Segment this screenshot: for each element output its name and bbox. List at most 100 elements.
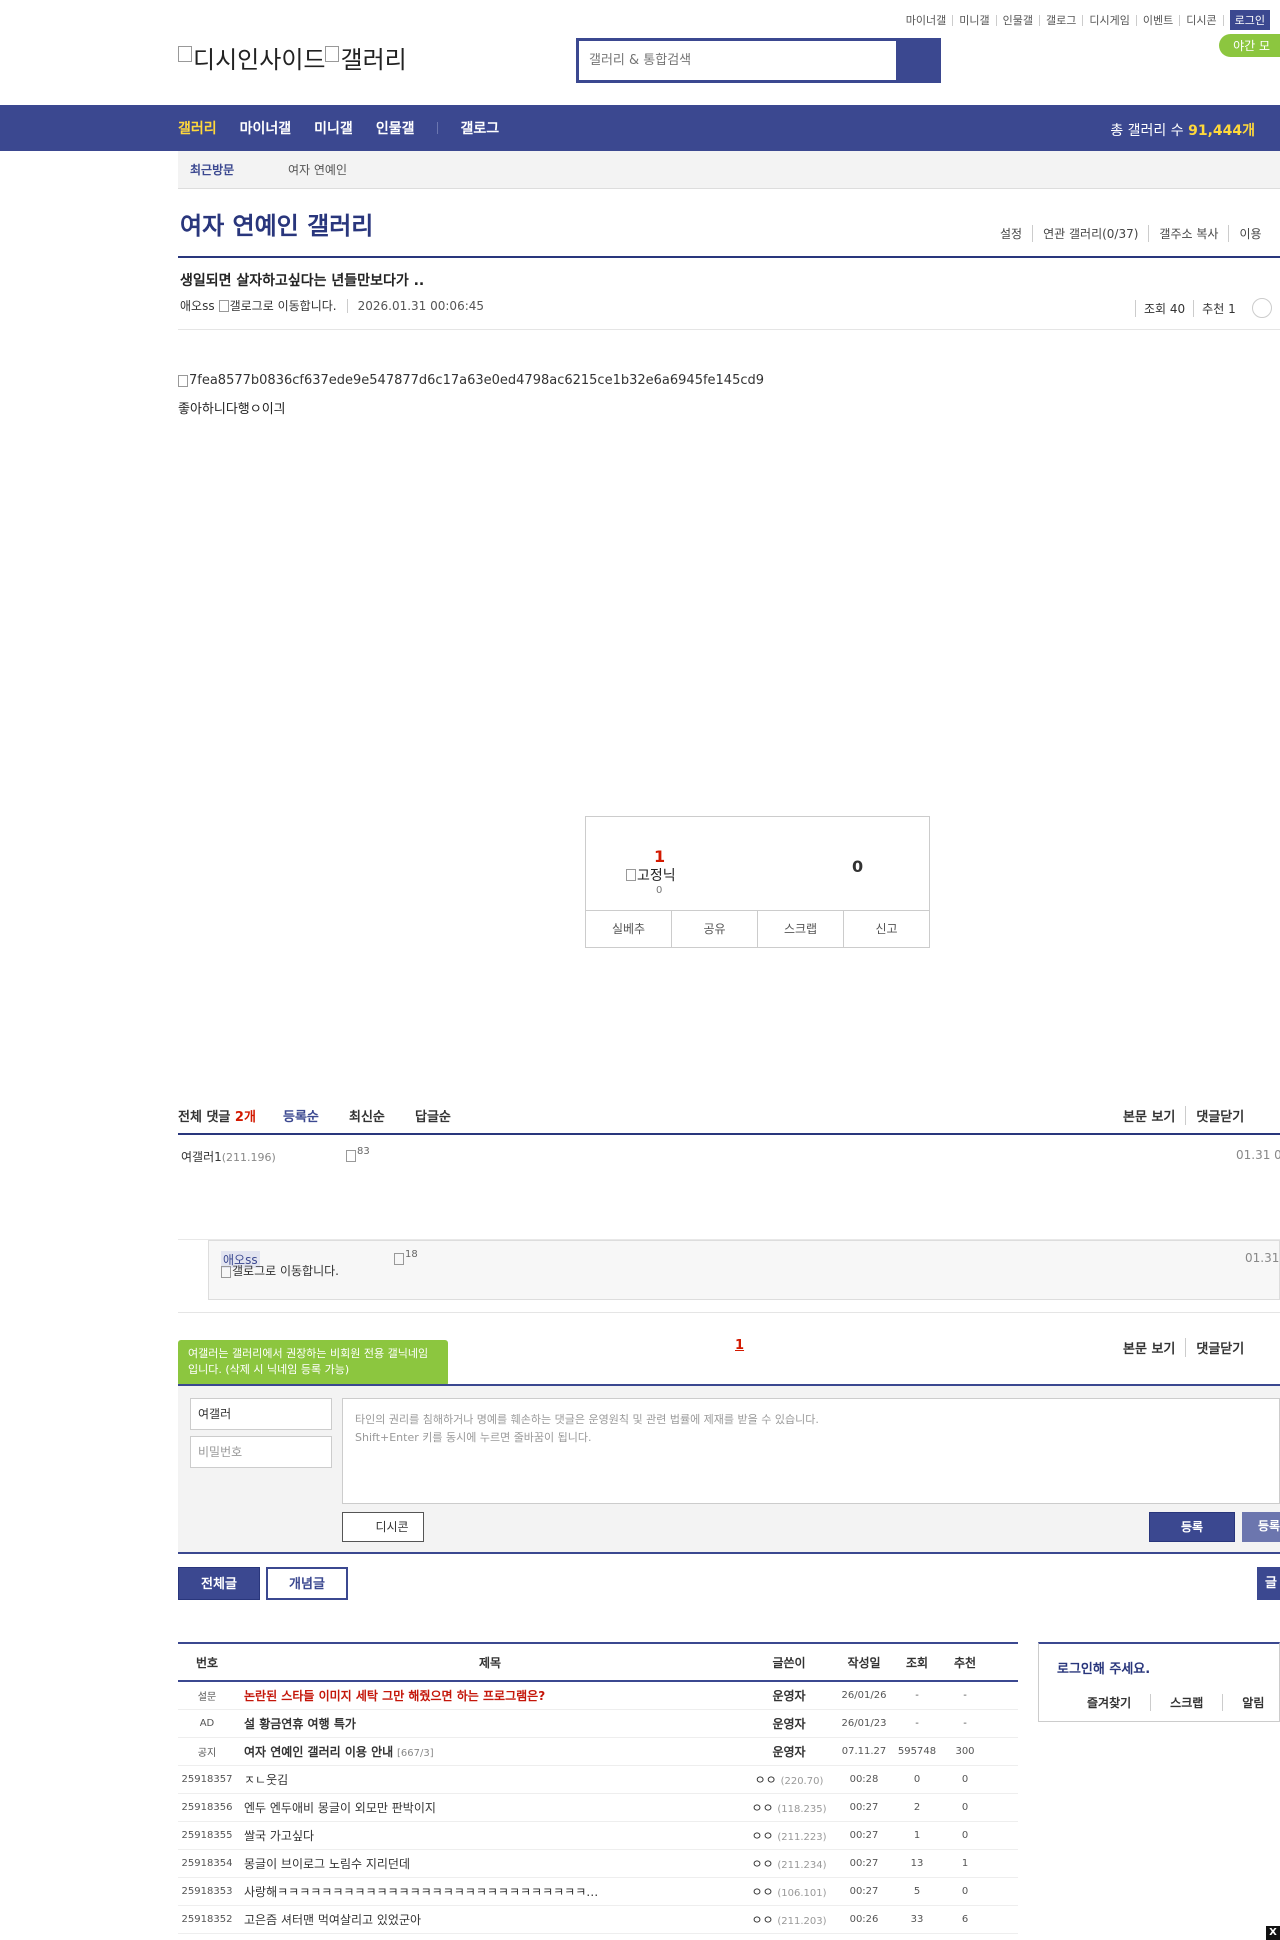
writer-name[interactable]: 운영자 <box>772 1689 805 1703</box>
comment-page-1[interactable]: 1 <box>735 1338 744 1353</box>
writer-name[interactable]: ㅇㅇ <box>751 1913 773 1927</box>
tab-concept-posts[interactable]: 개념글 <box>266 1567 348 1600</box>
post-title-link[interactable]: 사랑해ㅋㅋㅋㅋㅋㅋㅋㅋㅋㅋㅋㅋㅋㅋㅋㅋㅋㅋㅋㅋㅋㅋㅋㅋㅋㅋㅋㅋ… <box>244 1885 598 1899</box>
recent-gallery-link[interactable]: 여자 연예인 <box>288 161 347 178</box>
post-title-cell[interactable]: ㅈㄴ웃김 <box>236 1771 744 1788</box>
tab-all-posts[interactable]: 전체글 <box>178 1567 260 1600</box>
writer-name[interactable]: ㅇㅇ <box>751 1801 773 1815</box>
post-writer-cell[interactable]: 운영자 <box>744 1715 834 1732</box>
close-comments-link[interactable]: 댓글닫기 <box>1185 1106 1254 1125</box>
writer-name[interactable]: ㅇㅇ <box>751 1857 773 1871</box>
post-title-link[interactable]: 엔두 엔두애비 몽글이 외모만 판박이지 <box>244 1801 436 1815</box>
gallery-title[interactable]: 여자 연예인 갤러리 <box>180 206 373 241</box>
fixed-nick-recommend[interactable]: 고정닉 <box>626 865 676 885</box>
close-comments-link[interactable]: 댓글닫기 <box>1185 1338 1254 1357</box>
post-writer[interactable]: 애오ss <box>180 297 215 314</box>
writer-name[interactable]: ㅇㅇ <box>755 1773 777 1787</box>
post-writer-cell[interactable]: ㅇㅇ (220.70) <box>744 1771 834 1788</box>
post-title-link[interactable]: 설 황금연휴 여행 특가 <box>244 1717 356 1731</box>
night-mode-button[interactable]: 야간 모 <box>1219 34 1280 57</box>
post-title-link[interactable]: 논란된 스타들 이미지 세탁 그만 해줬으면 하는 프로그램은? <box>244 1689 545 1703</box>
login-button[interactable]: 로그인 <box>1229 10 1270 30</box>
report-button[interactable]: 신고 <box>843 911 929 948</box>
gallery-settings-link[interactable]: 설정 <box>1000 225 1032 242</box>
top-link-dccon[interactable]: 디시콘 <box>1180 14 1224 26</box>
post-writer-cell[interactable]: ㅇㅇ (211.223) <box>744 1827 834 1844</box>
post-title-link[interactable]: 고은즘 셔터맨 먹여살리고 있었군아 <box>244 1913 421 1927</box>
top-link-event[interactable]: 이벤트 <box>1137 14 1181 26</box>
post-title-cell[interactable]: 여자 연예인 갤러리 이용 안내 [667/3] <box>236 1743 744 1760</box>
post-title-cell[interactable]: 설 황금연휴 여행 특가 <box>236 1715 744 1732</box>
post-writer-cell[interactable]: 운영자 <box>744 1687 834 1704</box>
top-link-minor[interactable]: 마이너갤 <box>900 14 954 26</box>
table-row[interactable]: 25918352 고은즘 셔터맨 먹여살리고 있었군아 ㅇㅇ (211.203) 00… <box>178 1906 1018 1934</box>
post-writer-cell[interactable]: ㅇㅇ (211.203) <box>744 1911 834 1928</box>
table-row[interactable]: 설문 논란된 스타들 이미지 세탁 그만 해줬으면 하는 프로그램은? 운영자 26/… <box>178 1682 1018 1710</box>
view-body-link[interactable]: 본문 보기 <box>1123 1338 1185 1357</box>
post-title-link[interactable]: 쌀국 가고싶다 <box>244 1829 314 1843</box>
post-title-cell[interactable]: 고은즘 셔터맨 먹여살리고 있었군아 <box>236 1911 744 1928</box>
nav-gallog[interactable]: 갤로그 <box>460 118 499 138</box>
top-link-dcgame[interactable]: 디시게임 <box>1083 14 1137 26</box>
writer-name[interactable]: ㅇㅇ <box>751 1885 773 1899</box>
writer-name[interactable]: 운영자 <box>772 1745 805 1759</box>
scrap-button[interactable]: 스크랩 <box>757 911 843 948</box>
nav-person[interactable]: 인물갤 <box>376 118 415 138</box>
post-title-link[interactable]: 여자 연예인 갤러리 이용 안내 <box>244 1745 393 1759</box>
nav-mini[interactable]: 미니갤 <box>314 118 353 138</box>
table-row[interactable]: 25918354 몽글이 브이로그 노림수 지리던데 ㅇㅇ (211.234) 00:… <box>178 1850 1018 1878</box>
writer-name[interactable]: ㅇㅇ <box>751 1829 773 1843</box>
gallog-icon[interactable] <box>218 299 229 312</box>
site-logo[interactable]: 디시인사이드 갤러리 <box>178 40 407 75</box>
sort-latest[interactable]: 최신순 <box>349 1106 385 1125</box>
login-prompt[interactable]: 로그인해 주세요. <box>1057 1658 1150 1677</box>
notification-link[interactable]: 알림 <box>1222 1694 1280 1711</box>
nickname-field[interactable]: 여갤러 <box>190 1398 332 1430</box>
register-alt-button[interactable]: 등록 <box>1242 1512 1280 1542</box>
register-button[interactable]: 등록 <box>1149 1512 1235 1542</box>
comment-count[interactable]: [667/3] <box>397 1748 434 1759</box>
post-writer-cell[interactable]: ㅇㅇ (211.234) <box>744 1855 834 1872</box>
top-link-gallog[interactable]: 갤로그 <box>1040 14 1084 26</box>
table-row[interactable]: 25918355 쌀국 가고싶다 ㅇㅇ (211.223) 00:27 1 0 <box>178 1822 1018 1850</box>
comment-writer[interactable]: 여갤러1(211.196) <box>181 1148 276 1165</box>
comment-textarea[interactable]: 타인의 권리를 침해하거나 명예를 훼손하는 댓글은 운영원칙 및 관련 법률에… <box>342 1398 1280 1504</box>
sort-replies[interactable]: 답글순 <box>415 1106 451 1125</box>
real-best-button[interactable]: 실베추 <box>586 911 671 948</box>
password-field[interactable]: 비밀번호 <box>190 1436 332 1468</box>
post-title-cell[interactable]: 쌀국 가고싶다 <box>236 1827 744 1844</box>
usage-link[interactable]: 이용 <box>1228 225 1271 242</box>
post-title-link[interactable]: ㅈㄴ웃김 <box>244 1773 288 1787</box>
favorites-link[interactable]: 즐겨찾기 <box>1087 1694 1150 1711</box>
search-button[interactable] <box>896 41 938 80</box>
more-button[interactable] <box>1251 298 1272 318</box>
write-post-button[interactable]: 글 <box>1257 1567 1280 1600</box>
table-row[interactable]: 공지 여자 연예인 갤러리 이용 안내 [667/3] 운영자 07.11.27 595… <box>178 1738 1018 1766</box>
post-title-link[interactable]: 몽글이 브이로그 노림수 지리던데 <box>244 1857 410 1871</box>
post-title-cell[interactable]: 사랑해ㅋㅋㅋㅋㅋㅋㅋㅋㅋㅋㅋㅋㅋㅋㅋㅋㅋㅋㅋㅋㅋㅋㅋㅋㅋㅋㅋㅋ… <box>236 1883 744 1900</box>
post-writer-cell[interactable]: ㅇㅇ (118.235) <box>744 1799 834 1816</box>
table-row[interactable]: 25918357 ㅈㄴ웃김 ㅇㅇ (220.70) 00:28 0 0 <box>178 1766 1018 1794</box>
search-input[interactable] <box>579 41 897 80</box>
post-title-cell[interactable]: 논란된 스타들 이미지 세탁 그만 해줬으면 하는 프로그램은? <box>236 1687 744 1704</box>
scrap-link[interactable]: 스크랩 <box>1150 1694 1222 1711</box>
post-writer-cell[interactable]: ㅇㅇ (106.101) <box>744 1883 834 1900</box>
top-link-mini[interactable]: 미니갤 <box>953 14 997 26</box>
view-body-link[interactable]: 본문 보기 <box>1123 1106 1185 1125</box>
table-row[interactable]: 25918353 사랑해ㅋㅋㅋㅋㅋㅋㅋㅋㅋㅋㅋㅋㅋㅋㅋㅋㅋㅋㅋㅋㅋㅋㅋㅋㅋㅋㅋㅋ…… <box>178 1878 1018 1906</box>
nav-gallery[interactable]: 갤러리 <box>178 118 217 138</box>
copy-address-link[interactable]: 갤주소 복사 <box>1148 225 1228 242</box>
dccon-button[interactable]: 디시콘 <box>342 1512 424 1542</box>
related-gallery-link[interactable]: 연관 갤러리(0/37) <box>1032 225 1148 242</box>
close-ad-button[interactable]: X <box>1266 1926 1280 1940</box>
sort-registered[interactable]: 등록순 <box>283 1106 319 1125</box>
table-row[interactable]: 25918356 엔두 엔두애비 몽글이 외모만 판박이지 ㅇㅇ (118.235)… <box>178 1794 1018 1822</box>
writer-name[interactable]: 운영자 <box>772 1717 805 1731</box>
post-writer-cell[interactable]: 운영자 <box>744 1743 834 1760</box>
top-link-person[interactable]: 인물갤 <box>997 14 1041 26</box>
reply-gallog[interactable]: 갤로그로 이동합니다. <box>221 1265 351 1278</box>
recent-visit-title[interactable]: 최근방문 <box>178 161 288 178</box>
share-button[interactable]: 공유 <box>671 911 757 948</box>
post-title-cell[interactable]: 몽글이 브이로그 노림수 지리던데 <box>236 1855 744 1872</box>
post-title-cell[interactable]: 엔두 엔두애비 몽글이 외모만 판박이지 <box>236 1799 744 1816</box>
